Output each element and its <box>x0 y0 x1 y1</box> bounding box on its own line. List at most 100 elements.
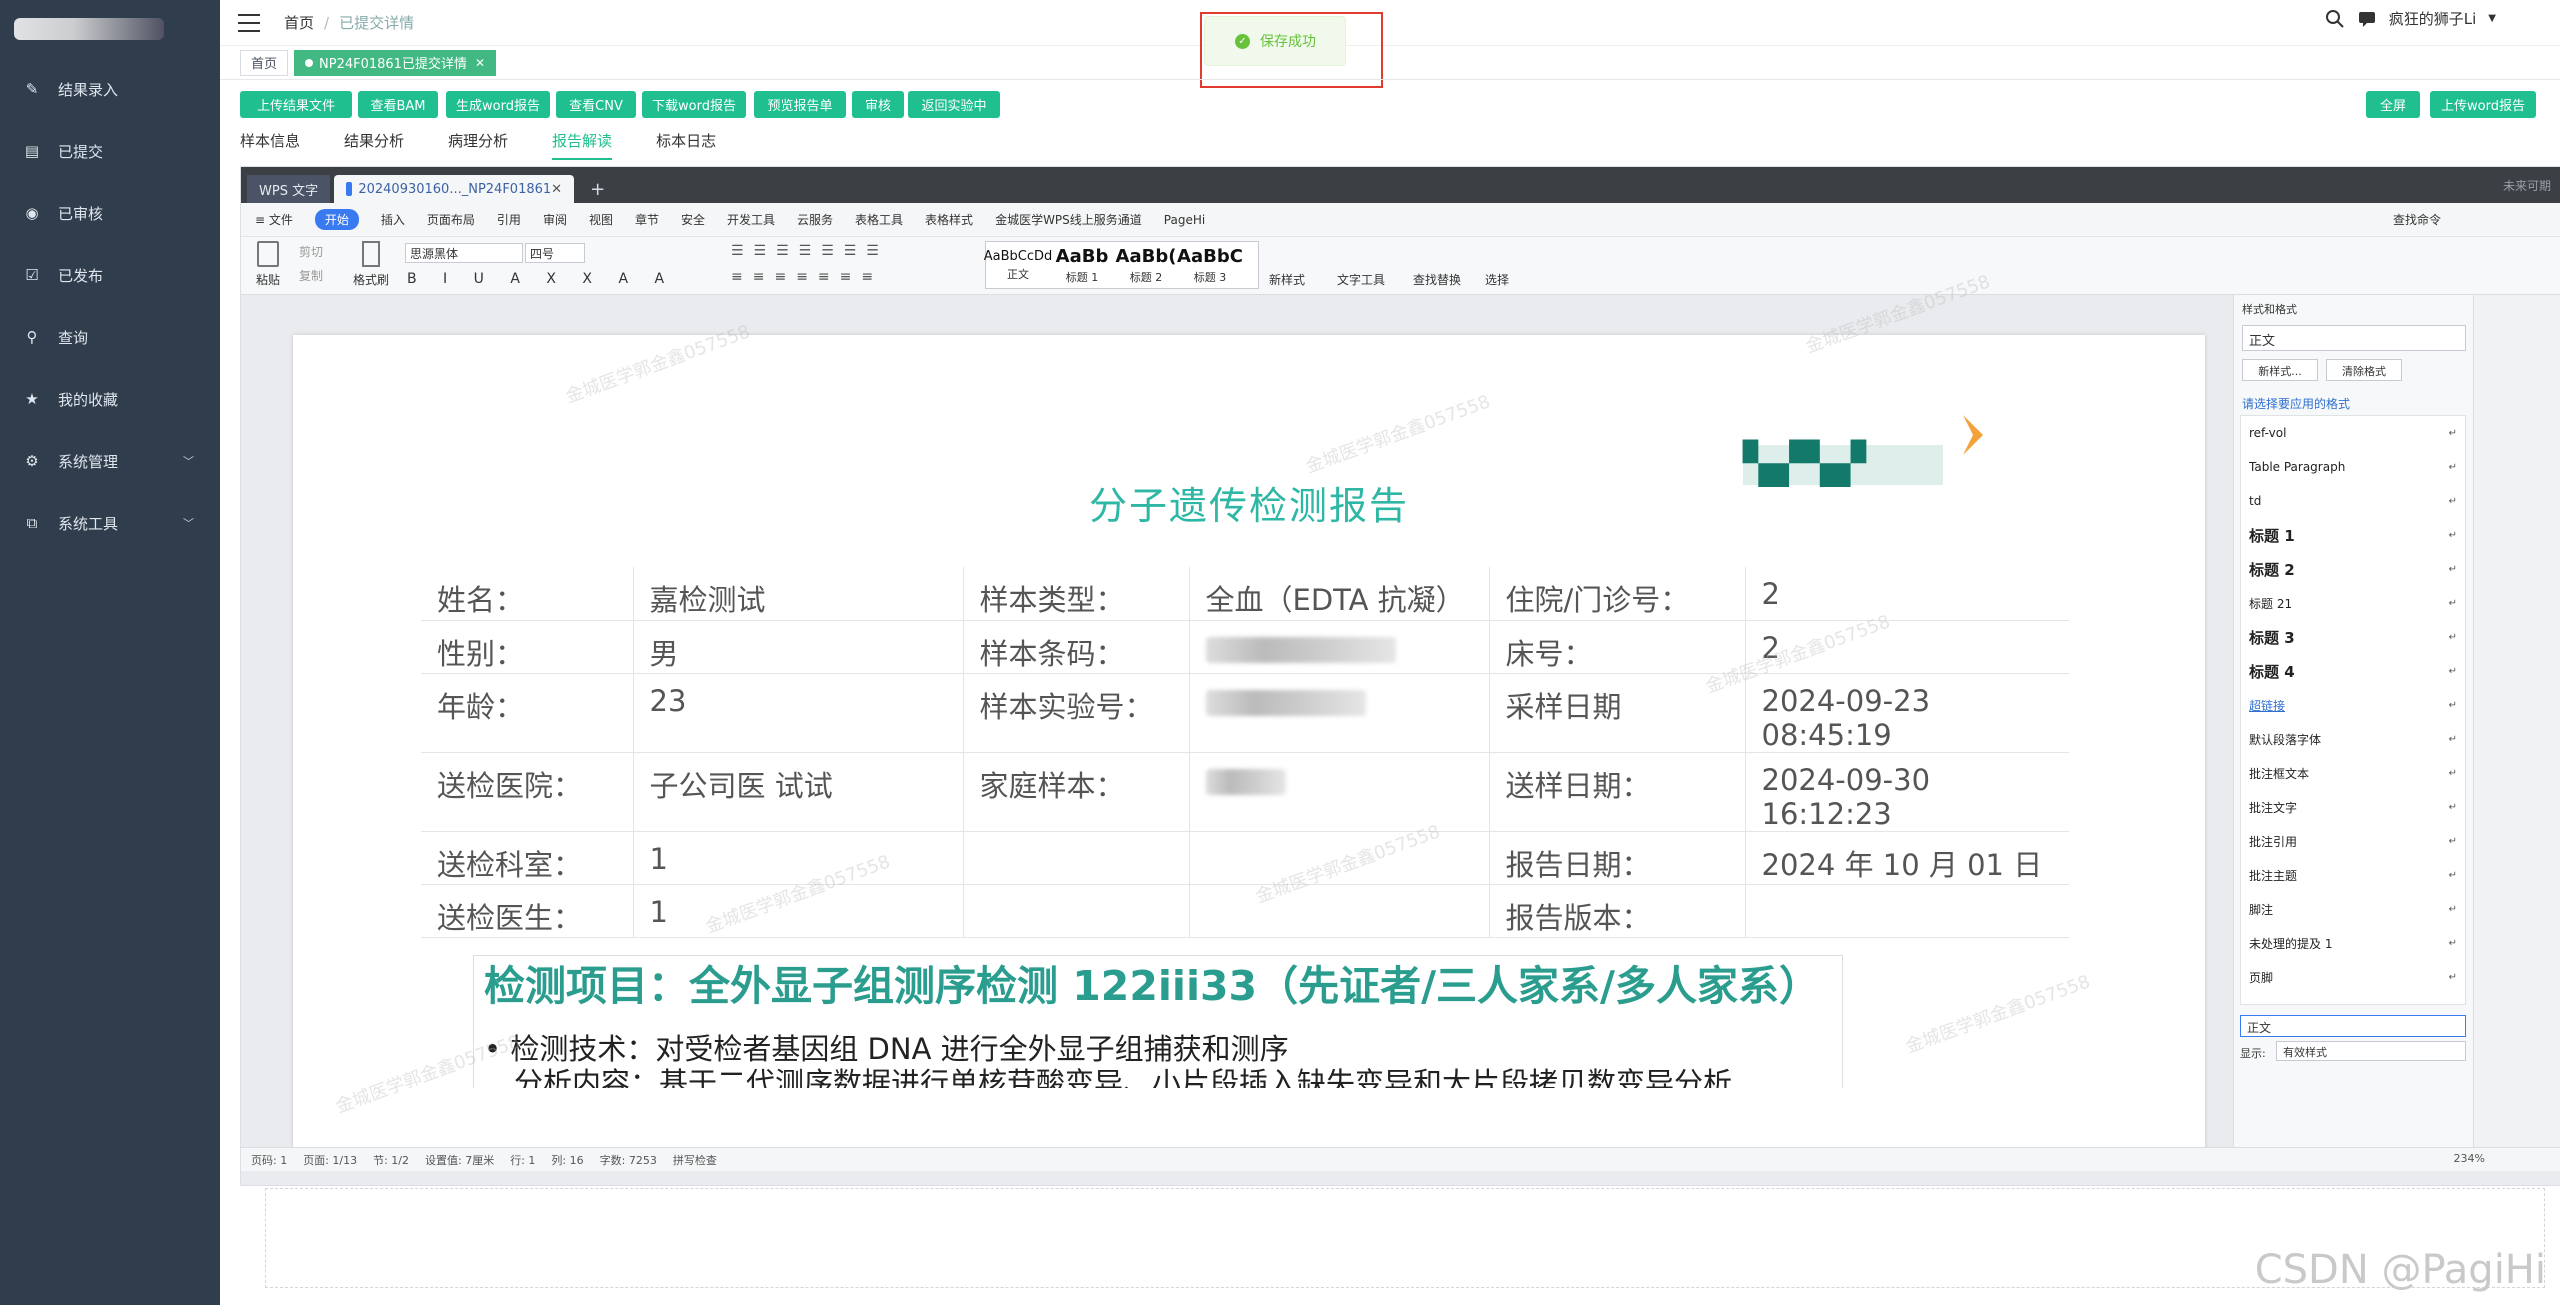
sidebar-item-5[interactable]: ★ 我的收藏 <box>0 368 220 430</box>
style-list-item[interactable]: 批注文字 ↵ <box>2241 790 2465 824</box>
style-list-item[interactable]: 批注主题 ↵ <box>2241 858 2465 892</box>
style-heading-1[interactable]: AaBb 标题 1 <box>1050 242 1114 288</box>
current-style-select[interactable]: 正文 <box>2242 325 2466 351</box>
menu-item-1[interactable]: 开始 <box>314 209 359 230</box>
zoom-level[interactable]: 234% <box>2454 1152 2485 1165</box>
style-gallery[interactable]: AaBbCcDd 正文 AaBb 标题 1 AaBb(标题 2 AaBbC 标题 3 <box>984 241 1259 289</box>
selected-style[interactable]: 正文 <box>2240 1015 2466 1037</box>
style-list-item[interactable]: 标题 21 ↵ <box>2241 586 2465 620</box>
chevron-down-icon[interactable]: ▼ <box>2488 13 2496 24</box>
menu-item-4[interactable]: 引用 <box>497 211 521 228</box>
breadcrumb-home[interactable]: 首页 <box>284 14 314 32</box>
sidebar-item-4[interactable]: ⚲ 查询 <box>0 306 220 368</box>
menu-item-12[interactable]: 表格样式 <box>925 211 973 228</box>
style-list-item[interactable]: 页眉↵ <box>2241 994 2465 1004</box>
menu-item-9[interactable]: 开发工具 <box>727 211 775 228</box>
find-replace-button[interactable]: 查找替换 <box>1413 271 1461 288</box>
upload-word-button[interactable]: 上传word报告 <box>2430 91 2536 118</box>
document-area[interactable]: ▚▞▚▞ 分子遗传检测报告 姓名： 嘉检测试 样本类型： 全血（EDTA 抗凝） 住院/… <box>241 295 2231 1147</box>
style-list[interactable]: ref-vol ↵ Table Paragraph ↵ td ↵ 标题 1 ↵ 标题 2 ↵ 标题 … <box>2240 415 2466 1005</box>
style-list-item[interactable]: 超链接 ↵ <box>2241 688 2465 722</box>
sidebar-item-2[interactable]: ◉ 已审核 <box>0 182 220 244</box>
fullscreen-button[interactable]: 全屏 <box>2366 91 2420 118</box>
style-list-item[interactable]: 默认段落字体 ↵ <box>2241 722 2465 756</box>
menu-item-11[interactable]: 表格工具 <box>855 211 903 228</box>
tab-document[interactable]: 20240930160..._NP24F01861 ✕ <box>334 175 575 203</box>
menu-item-8[interactable]: 安全 <box>681 211 705 228</box>
spell-check[interactable]: 拼写检查 <box>673 1152 717 1168</box>
style-list-item[interactable]: 标题 3 ↵ <box>2241 620 2465 654</box>
menu-item-13[interactable]: 金城医学WPS线上服务通道 <box>995 211 1142 228</box>
font-style-tools[interactable]: B I U A X X A A <box>407 271 675 287</box>
paste-button[interactable]: 粘贴 <box>253 241 283 288</box>
style-list-item[interactable]: Table Paragraph ↵ <box>2241 450 2465 484</box>
search-icon[interactable] <box>2325 9 2345 29</box>
menu-item-0[interactable]: ≡ 文件 <box>255 211 293 228</box>
tab-0[interactable]: 样本信息 <box>240 128 300 160</box>
tab-4[interactable]: 标本日志 <box>656 128 716 160</box>
action-button-6[interactable]: 审核 <box>852 91 904 118</box>
style-list-item[interactable]: 批注框文本 ↵ <box>2241 756 2465 790</box>
clear-format-button[interactable]: 清除格式 <box>2326 359 2402 381</box>
align-tools[interactable]: ≡≡≡≡≡≡≡ <box>731 269 883 285</box>
tab-3[interactable]: 报告解读 <box>552 128 613 160</box>
select-button[interactable]: 选择 <box>1485 271 1509 288</box>
menu-item-5[interactable]: 审阅 <box>543 211 567 228</box>
message-icon[interactable] <box>2357 9 2377 29</box>
paragraph-tools[interactable]: ☰☰☰☰☰☰☰ <box>731 243 889 259</box>
style-list-item[interactable]: ref-vol ↵ <box>2241 416 2465 450</box>
new-style-button[interactable]: 新样式 <box>1269 271 1305 288</box>
style-list-item[interactable]: 标题 4 ↵ <box>2241 654 2465 688</box>
close-icon[interactable]: ✕ <box>551 182 562 197</box>
tab-2[interactable]: 病理分析 <box>448 128 508 160</box>
close-icon[interactable]: ✕ <box>475 56 485 70</box>
new-style-button[interactable]: 新样式... <box>2242 359 2318 381</box>
format-painter-button[interactable]: 格式刷 <box>353 241 389 288</box>
hamburger-icon[interactable] <box>238 13 260 32</box>
table-cell: 样本条码： <box>963 620 1190 674</box>
sidebar-item-7[interactable]: ⧉ 系统工具 ﹀ <box>0 492 220 554</box>
menu-item-10[interactable]: 云服务 <box>797 211 833 228</box>
tab-wps[interactable]: WPS 文字 <box>247 175 331 203</box>
style-list-item[interactable]: 页脚 ↵ <box>2241 960 2465 994</box>
style-heading-3[interactable]: AaBbC 标题 3 <box>1177 242 1243 288</box>
style-list-item[interactable]: 批注引用 ↵ <box>2241 824 2465 858</box>
action-button-4[interactable]: 下载word报告 <box>642 91 746 118</box>
font-size-select[interactable]: 四号 <box>525 243 585 263</box>
sidebar-item-3[interactable]: ☑ 已发布 <box>0 244 220 306</box>
action-button-2[interactable]: 生成word报告 <box>446 91 550 118</box>
style-list-item[interactable]: 未处理的提及 1 ↵ <box>2241 926 2465 960</box>
wps-menu-bar: ≡ 文件 开始 插入 页面布局 引用 审阅 视图 章节 安全 开发工具 云服务 表格工具 表格样式 金城医… <box>241 203 2560 237</box>
menu-item-7[interactable]: 章节 <box>635 211 659 228</box>
action-button-0[interactable]: 上传结果文件 <box>240 91 352 118</box>
tab-1[interactable]: 结果分析 <box>344 128 404 160</box>
menu-item-3[interactable]: 页面布局 <box>427 211 475 228</box>
new-tab-plus-icon[interactable]: + <box>578 175 617 203</box>
text-tools-button[interactable]: 文字工具 <box>1337 271 1385 288</box>
style-list-item[interactable]: 脚注 ↵ <box>2241 892 2465 926</box>
action-button-5[interactable]: 预览报告单 <box>754 91 846 118</box>
cut-button[interactable]: 剪切 <box>299 243 323 260</box>
menu-item-14[interactable]: PageHi <box>1164 213 1205 227</box>
show-select[interactable]: 有效样式 <box>2276 1041 2466 1061</box>
style-heading-2[interactable]: AaBb(标题 2 <box>1114 242 1178 288</box>
style-list-item[interactable]: 标题 1 ↵ <box>2241 518 2465 552</box>
font-family-select[interactable]: 思源黑体 <box>405 243 523 263</box>
menu-item-6[interactable]: 视图 <box>589 211 613 228</box>
menu-item-2[interactable]: 插入 <box>381 211 405 228</box>
copy-button[interactable]: 复制 <box>299 267 323 284</box>
search-command[interactable]: 查找命令 <box>2393 211 2441 228</box>
user-name[interactable]: 疯狂的狮子Li <box>2389 8 2477 29</box>
sidebar-item-0[interactable]: ✎ 结果录入 <box>0 58 220 120</box>
style-normal[interactable]: AaBbCcDd 正文 <box>984 242 1053 288</box>
sidebar-item-1[interactable]: ▤ 已提交 <box>0 120 220 182</box>
action-button-3[interactable]: 查看CNV <box>556 91 636 118</box>
document-page[interactable]: ▚▞▚▞ 分子遗传检测报告 姓名： 嘉检测试 样本类型： 全血（EDTA 抗凝） 住院/… <box>293 335 2205 1147</box>
action-button-1[interactable]: 查看BAM <box>358 91 438 118</box>
action-button-7[interactable]: 返回实验中 <box>908 91 1000 118</box>
tag-active[interactable]: NP24F01861已提交详情 ✕ <box>294 49 497 76</box>
style-list-item[interactable]: 标题 2 ↵ <box>2241 552 2465 586</box>
tag-home[interactable]: 首页 <box>240 49 289 76</box>
sidebar-item-6[interactable]: ⚙ 系统管理 ﹀ <box>0 430 220 492</box>
style-list-item[interactable]: td ↵ <box>2241 484 2465 518</box>
